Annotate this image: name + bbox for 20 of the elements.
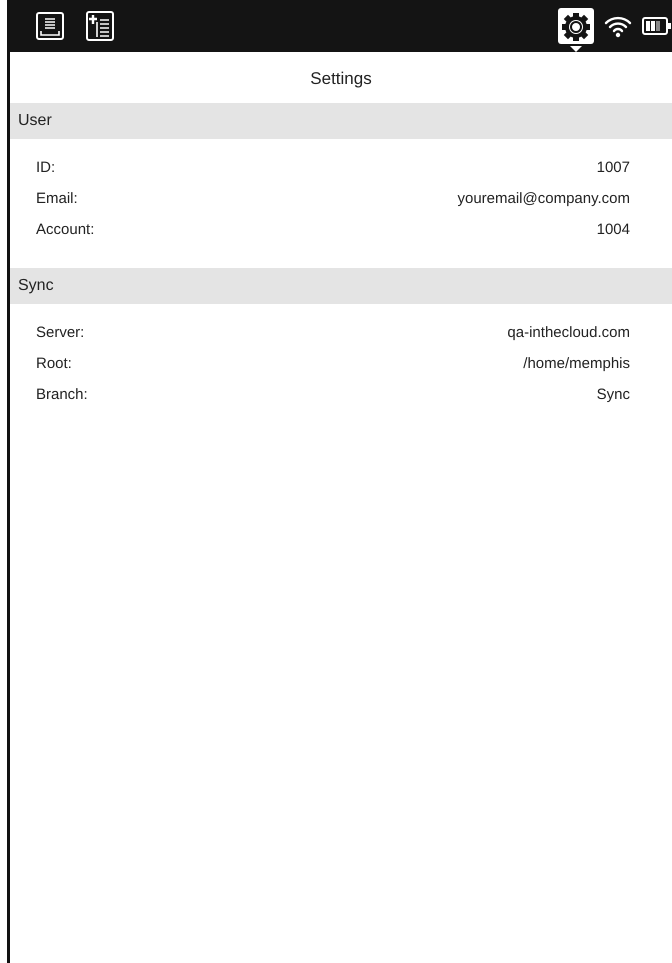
tray-icon [35,11,65,41]
wifi-icon [604,14,632,38]
field-label: Server: [36,324,84,341]
section-header: User [10,103,672,139]
screen-title: Settings [309,68,373,90]
field-label: ID: [36,159,56,176]
field-value: youremail@company.com [457,190,630,207]
field-value: qa-inthecloud.com [507,324,630,341]
add-list-icon [85,10,115,42]
field-label: Branch: [36,386,88,403]
field-label: Email: [36,190,78,207]
field-value: 1004 [596,221,630,238]
settings-icon [561,11,591,41]
field-label: Root: [36,355,72,372]
field-value: 1007 [596,159,630,176]
battery-icon [642,17,672,35]
field-label: Account: [36,221,94,238]
field-value: /home/memphis [523,355,630,372]
section-header: Sync [10,268,672,304]
field-value: Sync [596,386,630,403]
